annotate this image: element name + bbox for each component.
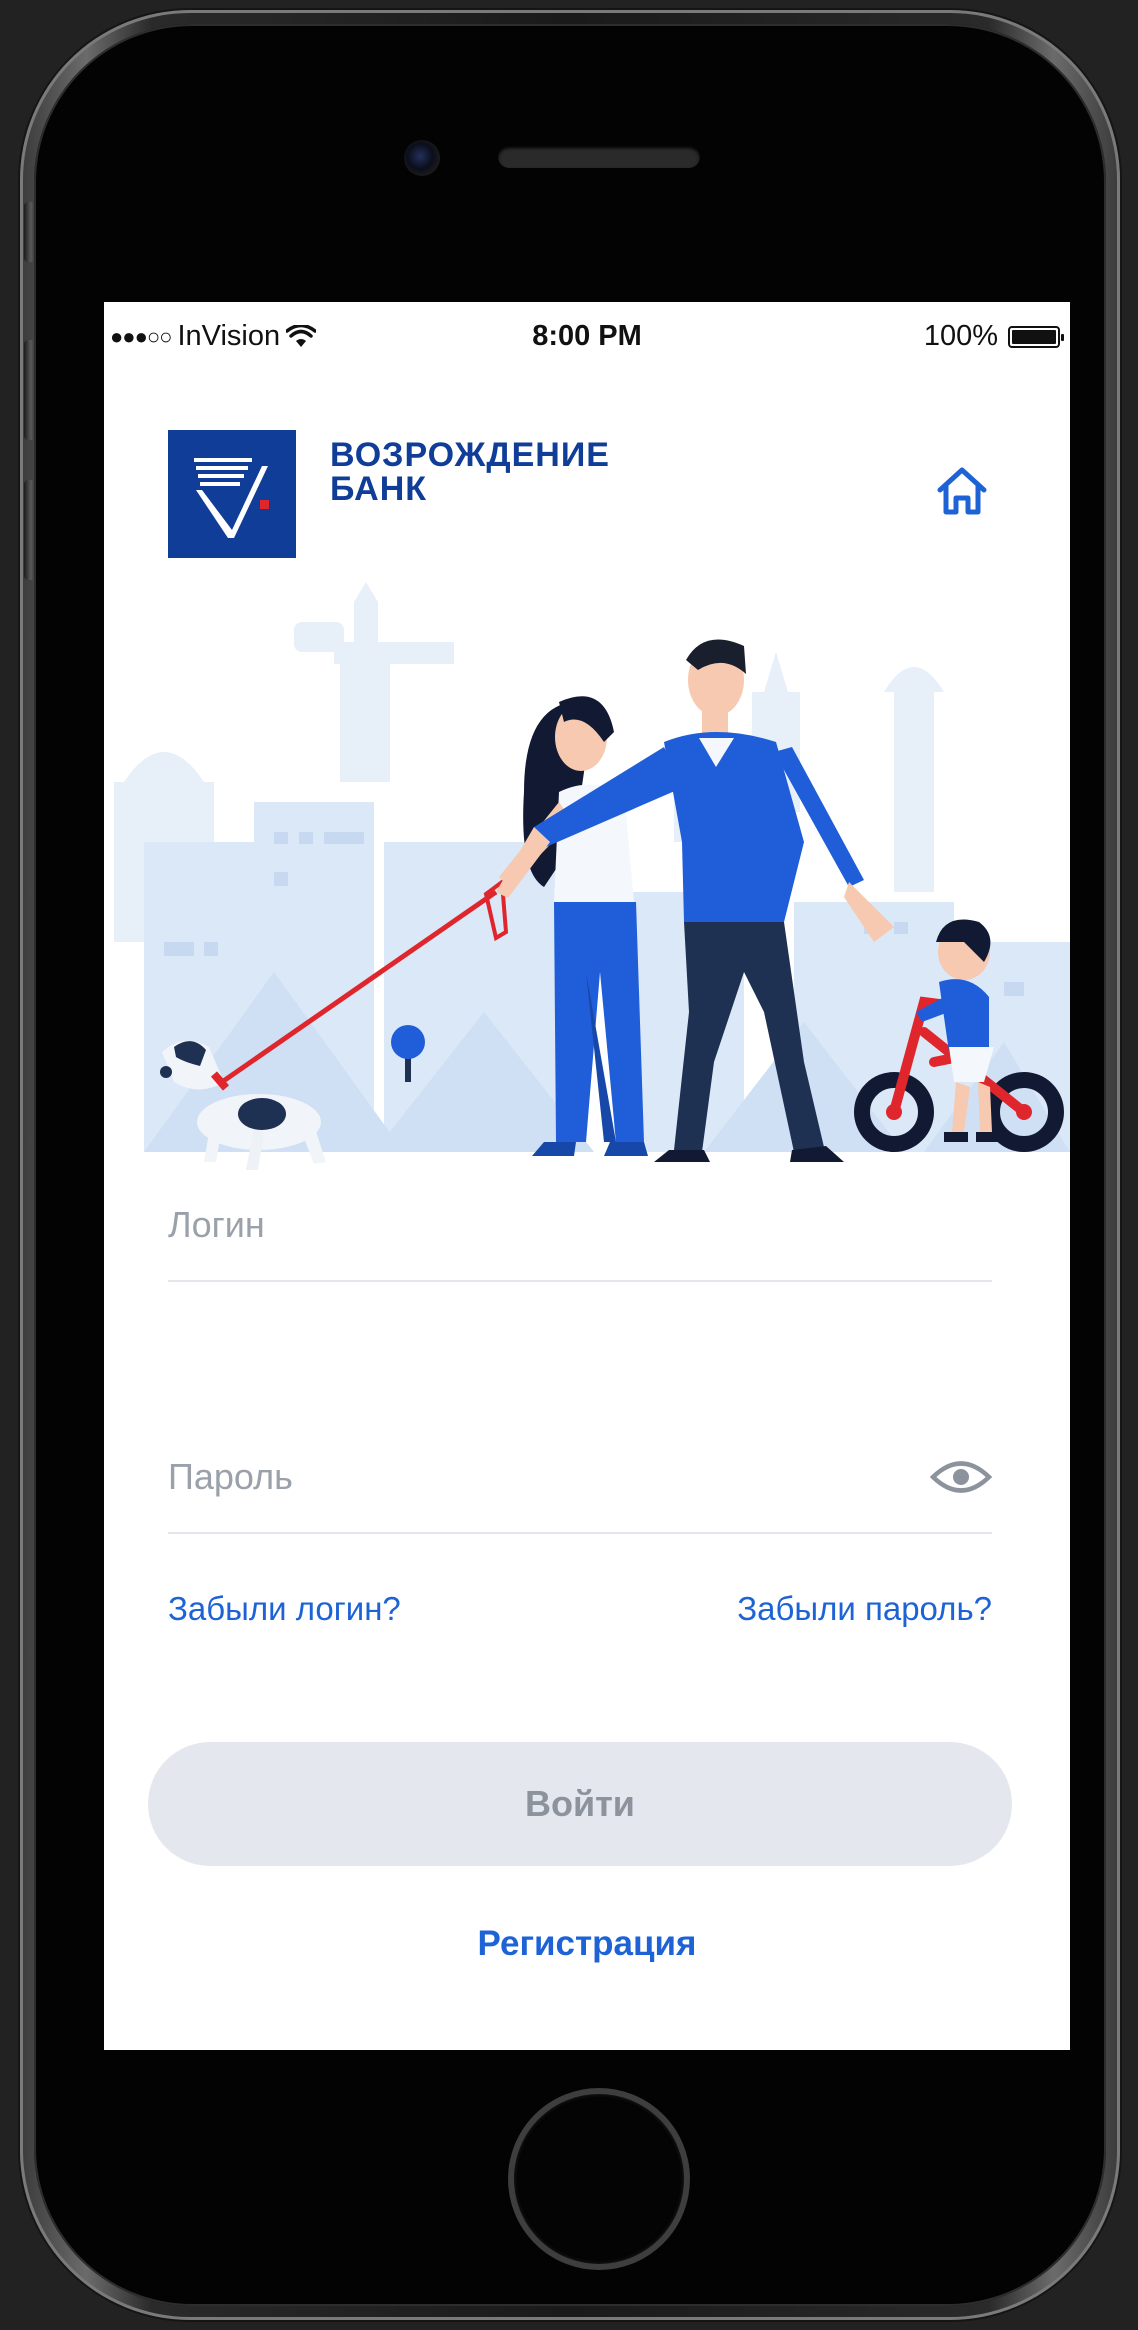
battery-fill (1012, 329, 1056, 344)
bank-name-line2: БАНК (330, 470, 428, 508)
battery-percent: 100% (923, 320, 998, 352)
earpiece-speaker (498, 146, 700, 168)
forgot-password-link[interactable]: Забыли пароль? (737, 1590, 992, 1628)
login-input[interactable] (168, 1204, 928, 1246)
status-right: 100% (923, 320, 1064, 353)
family-walk-illustration (104, 582, 1070, 1192)
battery-icon (1008, 325, 1064, 348)
register-link[interactable]: Регистрация (104, 1924, 1070, 1964)
bank-name: ВОЗРОЖДЕНИЕ БАНК (330, 438, 610, 506)
login-button[interactable]: Войти (148, 1742, 1012, 1866)
password-input[interactable] (168, 1456, 928, 1498)
app-screen: ●●●○○ InVision 8:00 PM 100% ВОЗРОЖДЕНИЕ … (104, 302, 1070, 2050)
bank-logo-v-icon (194, 458, 269, 538)
bank-name-line1: ВОЗРОЖДЕНИЕ (330, 436, 610, 474)
home-icon[interactable] (934, 464, 990, 518)
eye-icon[interactable] (930, 1458, 992, 1496)
password-field[interactable] (168, 1422, 992, 1534)
bank-logo-mark (168, 430, 296, 558)
front-camera (404, 140, 440, 176)
status-bar: ●●●○○ InVision 8:00 PM 100% (104, 302, 1070, 372)
recovery-links: Забыли логин? Забыли пароль? (168, 1590, 992, 1640)
home-hardware-button[interactable] (508, 2088, 690, 2270)
forgot-login-link[interactable]: Забыли логин? (168, 1590, 401, 1628)
login-field[interactable] (168, 1170, 992, 1282)
